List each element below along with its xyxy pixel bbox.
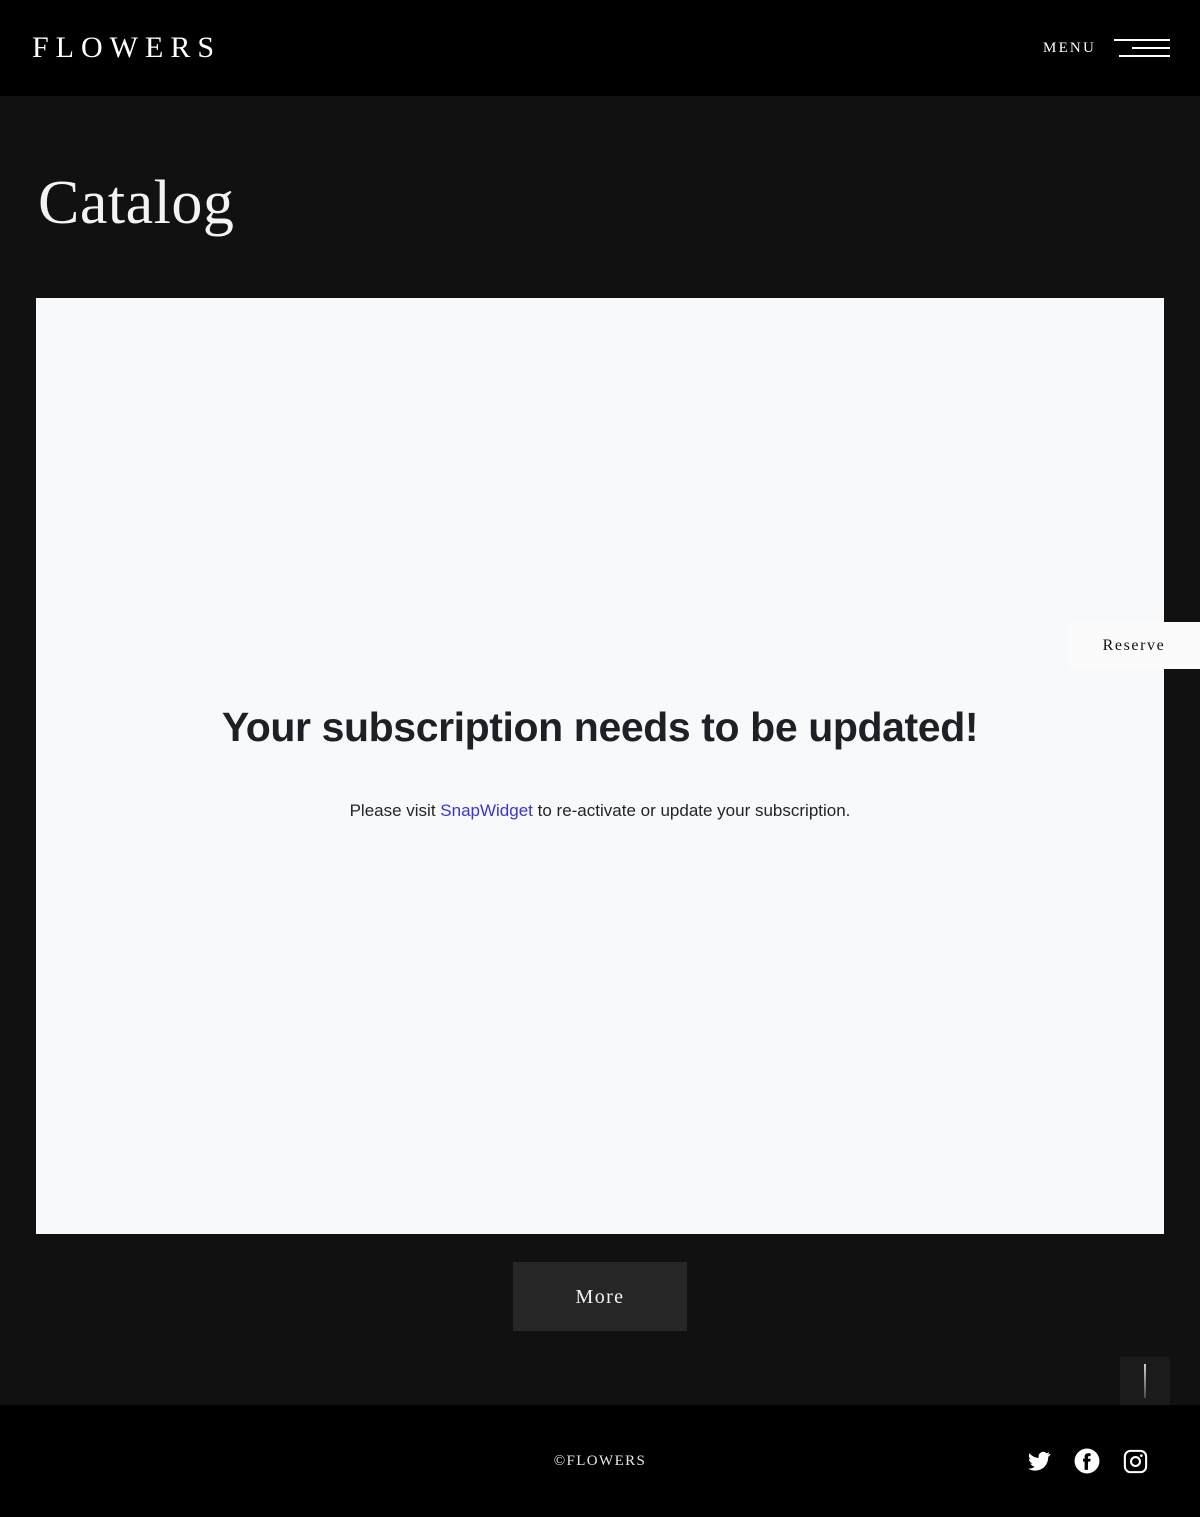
instagram-icon[interactable] xyxy=(1122,1448,1148,1474)
site-footer: ©FLOWERS xyxy=(0,1405,1200,1517)
scroll-to-top-button[interactable] xyxy=(1120,1357,1170,1407)
widget-subtext-prefix: Please visit xyxy=(349,801,441,821)
reserve-button[interactable]: Reserve xyxy=(1068,622,1200,669)
more-button-label: More xyxy=(575,1285,625,1308)
reserve-button-label: Reserve xyxy=(1102,636,1166,654)
footer-copyright: ©FLOWERS xyxy=(553,1452,647,1469)
footer-social-links xyxy=(1026,1448,1148,1474)
widget-subtext-suffix: to re-activate or update your subscripti… xyxy=(532,801,851,821)
page-root: FLOWERS MENU Catalog Your subscription n… xyxy=(0,0,1200,1517)
menu-button[interactable]: MENU xyxy=(1043,35,1170,61)
instagram-widget-panel: Your subscription needs to be updated! P… xyxy=(36,298,1164,1234)
widget-heading: Your subscription needs to be updated! xyxy=(221,704,979,750)
scroll-to-top-icon xyxy=(1144,1364,1146,1398)
site-header: FLOWERS MENU xyxy=(0,0,1200,96)
site-logo[interactable]: FLOWERS xyxy=(32,33,221,63)
widget-message: Your subscription needs to be updated! P… xyxy=(36,298,1164,1234)
twitter-icon[interactable] xyxy=(1026,1448,1052,1474)
facebook-icon[interactable] xyxy=(1074,1448,1100,1474)
widget-subtext: Please visit SnapWidget to re-activate o… xyxy=(350,799,851,823)
snapwidget-link[interactable]: SnapWidget xyxy=(440,801,533,820)
more-button[interactable]: More xyxy=(513,1262,687,1331)
hamburger-icon[interactable] xyxy=(1114,35,1170,61)
menu-label: MENU xyxy=(1043,39,1096,56)
page-title: Catalog xyxy=(38,169,235,237)
